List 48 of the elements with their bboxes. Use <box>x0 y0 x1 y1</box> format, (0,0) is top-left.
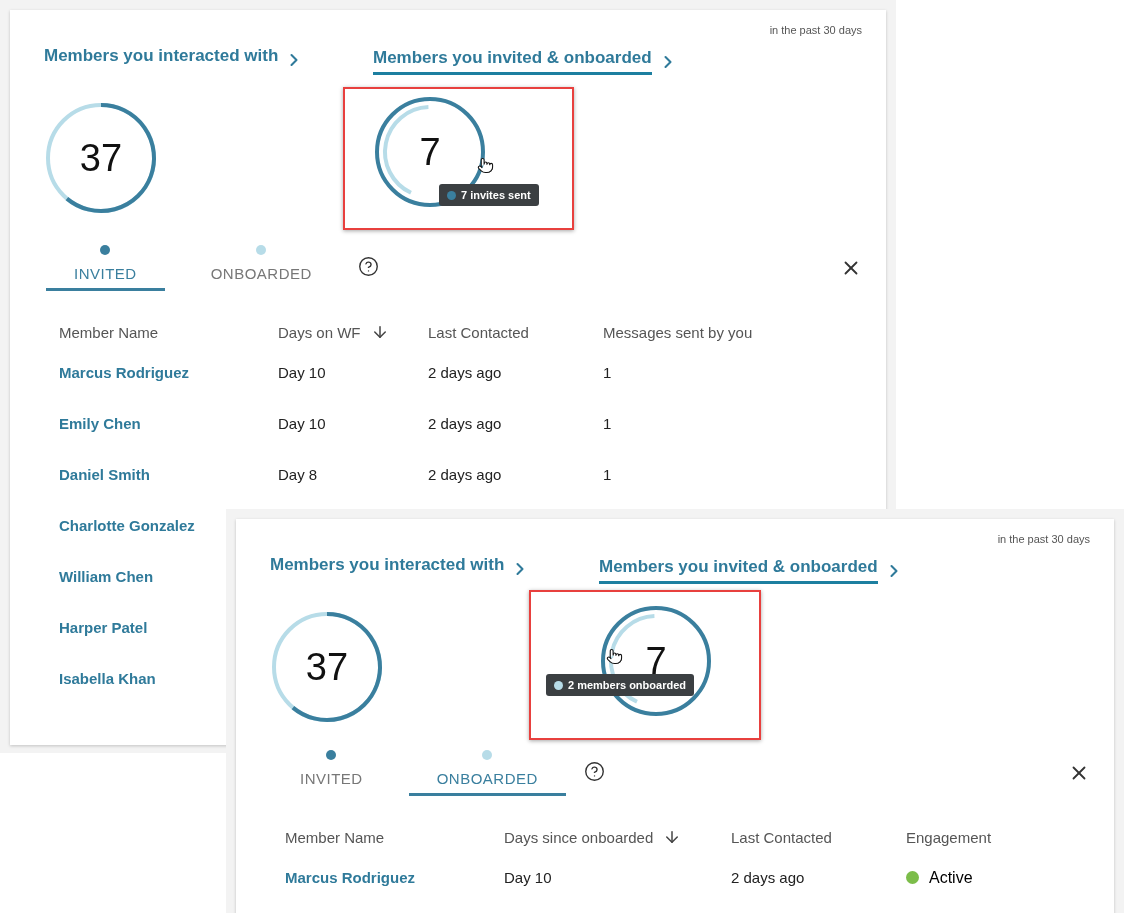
member-name-link[interactable]: Harper Patel <box>59 619 148 636</box>
table-cell: 2 days ago <box>428 466 502 483</box>
tab[interactable]: INVITED <box>272 750 391 796</box>
column-header[interactable]: Days on WF <box>278 323 389 341</box>
member-name-link[interactable]: Isabella Khan <box>59 670 156 687</box>
count-value: 37 <box>305 648 349 686</box>
table-cell: 1 <box>603 415 612 432</box>
section-link[interactable]: Members you invited & onboarded <box>599 557 904 584</box>
hand-cursor-icon <box>477 157 494 174</box>
tab[interactable]: ONBOARDED <box>182 245 340 291</box>
column-header[interactable]: Member Name <box>59 323 159 341</box>
section-link[interactable]: Members you interacted with <box>270 555 531 582</box>
table-cell: Day 10 <box>278 415 326 432</box>
column-header[interactable]: Days since onboarded <box>504 828 682 846</box>
status-text: Active <box>929 868 973 887</box>
period-label: in the past 30 days <box>997 533 1090 545</box>
column-header[interactable]: Engagement <box>906 828 992 846</box>
column-header[interactable]: Member Name <box>285 828 385 846</box>
period-label: in the past 30 days <box>769 24 862 36</box>
member-name-link[interactable]: Emily Chen <box>59 415 141 432</box>
table-cell: Day 10 <box>504 869 552 886</box>
member-name-link[interactable]: Marcus Rodriguez <box>285 869 416 886</box>
column-header[interactable]: Last Contacted <box>731 828 832 846</box>
count-value: 7 <box>645 642 667 680</box>
member-name-link[interactable]: William Chen <box>59 568 154 585</box>
table-cell: 2 days ago <box>428 415 502 432</box>
table-cell: 2 days ago <box>428 364 502 381</box>
tooltip-text: 2 members onboarded <box>568 679 686 691</box>
tooltip-text: 7 invites sent <box>461 189 531 201</box>
section-link[interactable]: Members you interacted with <box>44 46 305 73</box>
member-name-link[interactable]: Charlotte Gonzalez <box>59 517 195 534</box>
tab[interactable]: ONBOARDED <box>408 750 566 796</box>
help-icon[interactable] <box>357 256 379 277</box>
table-cell: Day 10 <box>278 364 326 381</box>
column-header[interactable]: Last Contacted <box>428 323 529 341</box>
member-name-link[interactable]: Marcus Rodriguez <box>59 364 190 381</box>
table-cell: 1 <box>603 466 612 483</box>
tab[interactable]: INVITED <box>46 245 165 291</box>
count-value: 37 <box>79 139 123 177</box>
help-icon[interactable] <box>583 761 605 782</box>
count-value: 7 <box>419 133 441 171</box>
hand-cursor-icon <box>606 648 623 665</box>
member-name-link[interactable]: Daniel Smith <box>59 466 150 483</box>
table-cell: 2 days ago <box>731 869 805 886</box>
table-cell: Day 8 <box>278 466 318 483</box>
section-link[interactable]: Members you invited & onboarded <box>373 48 678 75</box>
table-cell: 1 <box>603 364 612 381</box>
column-header[interactable]: Messages sent by you <box>603 323 753 341</box>
